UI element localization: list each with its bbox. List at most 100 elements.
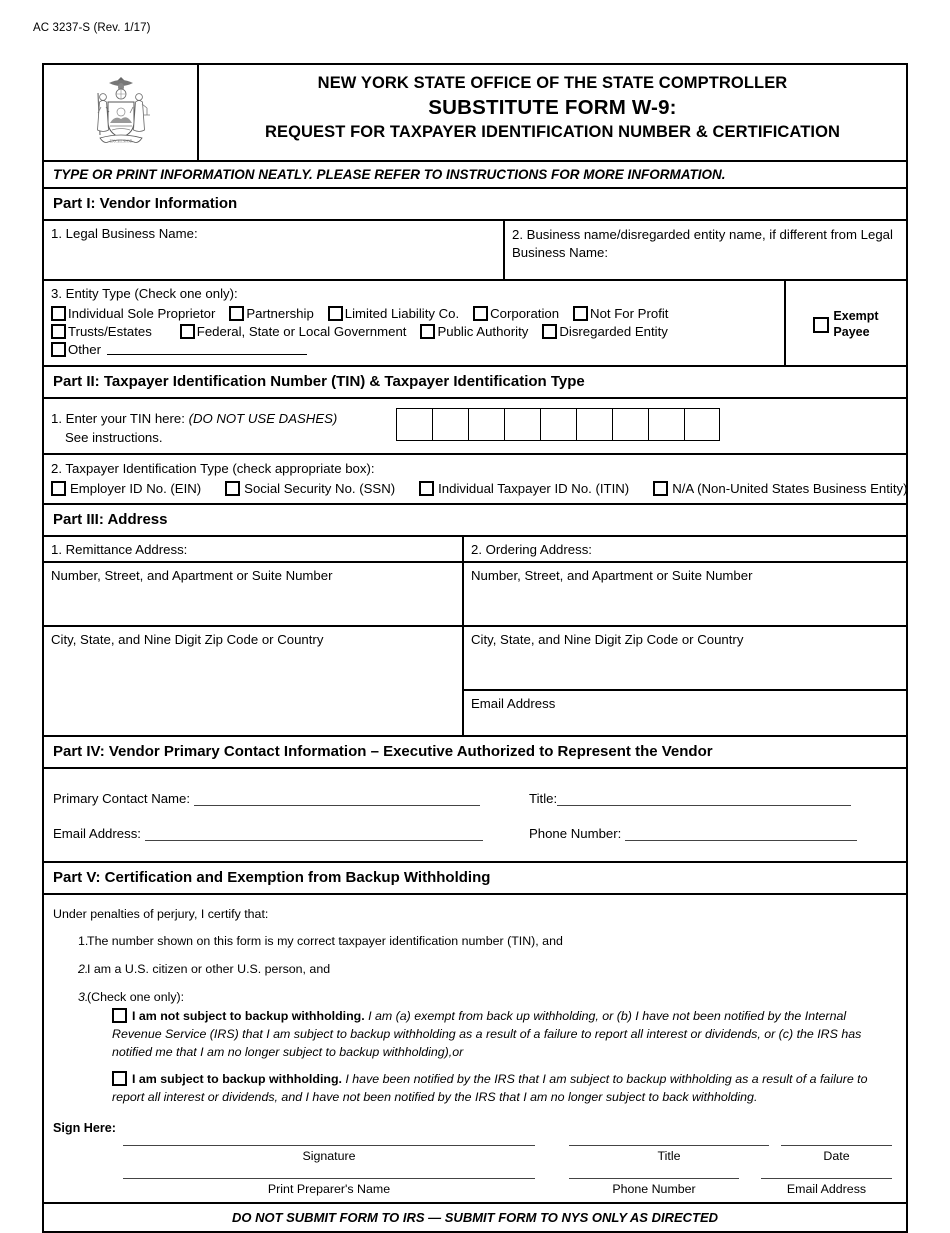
exempt-payee-cell: Exempt Payee <box>786 281 906 365</box>
signature-date-field[interactable]: Date <box>781 1145 892 1163</box>
ordering-street-field[interactable]: Number, Street, and Apartment or Suite N… <box>464 563 906 628</box>
ordering-address-column: Number, Street, and Apartment or Suite N… <box>464 563 906 735</box>
preparer-name-field[interactable]: Print Preparer's Name <box>123 1178 535 1196</box>
preparer-email-caption: Email Address <box>786 1182 867 1197</box>
label-individual-sole-proprietor: Individual Sole Proprietor <box>68 306 216 321</box>
label-federal-state-local-government: Federal, State or Local Government <box>196 324 407 339</box>
svg-text:EXCELSIOR: EXCELSIOR <box>109 139 132 144</box>
not-subject-bold-label: I am not subject to backup withholding. <box>132 1009 365 1024</box>
tin-digit-box[interactable] <box>684 408 721 441</box>
checkbox-other-entity-type[interactable] <box>51 342 66 357</box>
backup-withholding-options: I am not subject to backup withholding. … <box>112 1008 892 1107</box>
signature-title-field[interactable]: Title <box>569 1145 769 1163</box>
contact-title-label: Title: <box>529 791 558 807</box>
contact-email-phone-line: Email Address: Phone Number: <box>44 826 906 842</box>
checkbox-not-subject-to-backup-withholding[interactable] <box>112 1008 127 1024</box>
label-na-non-us-business-entity: N/A (Non-United States Business Entity) <box>672 481 908 497</box>
label-not-for-profit: Not For Profit <box>590 306 669 321</box>
checkbox-disregarded-entity[interactable] <box>542 324 558 339</box>
certification-item-2-number: 2. <box>78 962 89 977</box>
preparer-email-field[interactable]: Email Address <box>761 1178 892 1196</box>
tin-label-main: 1. Enter your TIN here: <box>51 411 185 426</box>
sign-here-label: Sign Here: <box>53 1121 116 1136</box>
tin-digit-boxes[interactable] <box>396 408 721 447</box>
address-subheading-row: 1. Remittance Address: 2. Ordering Addre… <box>44 537 906 564</box>
checkbox-federal-state-local-government[interactable] <box>179 324 195 339</box>
part-3-heading: Part III: Address <box>44 505 906 538</box>
certification-body: Under penalties of perjury, I certify th… <box>44 895 906 1117</box>
entity-type-row-2: Trusts/Estates Federal, State or Local Go… <box>51 324 784 339</box>
contact-title-input[interactable] <box>557 791 852 807</box>
tin-digit-box[interactable] <box>540 408 577 441</box>
checkbox-corporation[interactable] <box>473 306 489 321</box>
checkbox-itin[interactable] <box>419 481 435 497</box>
ordering-email-field[interactable]: Email Address <box>464 691 906 735</box>
checkbox-na-non-us-business-entity[interactable] <box>653 481 669 497</box>
tin-type-label: 2. Taxpayer Identification Type (check a… <box>51 461 375 477</box>
remittance-address-label-cell: 1. Remittance Address: <box>44 537 464 562</box>
signature-field[interactable]: Signature <box>123 1145 535 1163</box>
remittance-address-label: 1. Remittance Address: <box>51 542 188 558</box>
ordering-email-label: Email Address <box>471 696 556 712</box>
tin-digit-box[interactable] <box>396 408 433 441</box>
part-4-heading: Part IV: Vendor Primary Contact Informat… <box>44 737 906 770</box>
contact-email-input[interactable] <box>144 826 483 842</box>
tin-digit-box[interactable] <box>432 408 469 441</box>
checkbox-subject-to-backup-withholding[interactable] <box>112 1071 127 1087</box>
preparer-phone-field[interactable]: Phone Number <box>569 1178 739 1196</box>
label-corporation: Corporation <box>490 306 560 321</box>
checkbox-not-for-profit[interactable] <box>573 306 589 321</box>
tin-digit-box[interactable] <box>504 408 541 441</box>
checkbox-partnership[interactable] <box>229 306 245 321</box>
tin-entry-labels: 1. Enter your TIN here: (DO NOT USE DASH… <box>51 407 337 447</box>
instructions-banner: TYPE OR PRINT INFORMATION NEATLY. PLEASE… <box>44 162 906 189</box>
tin-digit-box[interactable] <box>612 408 649 441</box>
entity-type-row: 3. Entity Type (Check one only): Individ… <box>44 281 906 367</box>
seal-cell: EXCELSIOR <box>44 65 199 160</box>
tin-entry-row: 1. Enter your TIN here: (DO NOT USE DASH… <box>44 399 906 456</box>
contact-email-label: Email Address: <box>53 826 141 842</box>
tin-digit-box[interactable] <box>576 408 613 441</box>
certification-item-2: 2. I am a U.S. citizen or other U.S. per… <box>53 962 892 976</box>
remittance-city-label: City, State, and Nine Digit Zip Code or … <box>51 632 324 648</box>
remittance-street-field[interactable]: Number, Street, and Apartment or Suite N… <box>44 563 462 628</box>
certification-item-3-number: 3. <box>78 990 89 1005</box>
address-body: Number, Street, and Apartment or Suite N… <box>44 563 906 738</box>
ordering-address-label: 2. Ordering Address: <box>471 542 592 558</box>
primary-contact-name-input[interactable] <box>194 791 481 807</box>
form-header: EXCELSIOR NEW YORK STATE OFFICE OF THE S… <box>44 65 906 162</box>
label-ssn: Social Security No. (SSN) <box>244 481 396 497</box>
subject-bold-label: I am subject to backup withholding. <box>132 1072 342 1087</box>
other-entity-type-input[interactable] <box>106 342 307 355</box>
signature-row-1: Signature Title Date <box>53 1145 892 1163</box>
header-line-2: SUBSTITUTE FORM W-9: <box>428 96 677 120</box>
tin-digit-box[interactable] <box>468 408 505 441</box>
checkbox-exempt-payee[interactable] <box>813 317 830 333</box>
contact-phone-input[interactable] <box>625 826 858 842</box>
remittance-city-field[interactable]: City, State, and Nine Digit Zip Code or … <box>44 627 462 735</box>
label-itin: Individual Taxpayer ID No. (ITIN) <box>438 481 630 497</box>
exempt-payee-label-line2: Payee <box>833 325 870 339</box>
checkbox-individual-sole-proprietor[interactable] <box>51 306 66 321</box>
form-code: AC 3237-S (Rev. 1/17) <box>33 22 151 34</box>
checkbox-public-authority[interactable] <box>420 324 436 339</box>
checkbox-limited-liability-co[interactable] <box>327 306 343 321</box>
certification-item-1-number: 1. <box>78 934 89 949</box>
legal-business-name-field[interactable]: 1. Legal Business Name: <box>44 221 505 279</box>
signature-caption: Signature <box>302 1149 356 1164</box>
entity-type-row-3: Other <box>51 342 784 357</box>
checkbox-ssn[interactable] <box>225 481 241 497</box>
checkbox-trusts-estates[interactable] <box>51 324 66 339</box>
label-trusts-estates: Trusts/Estates <box>68 324 152 339</box>
legal-business-name-label: 1. Legal Business Name: <box>51 226 198 241</box>
tin-label-see-instructions: See instructions. <box>65 430 163 446</box>
signature-row-2: Print Preparer's Name Phone Number Email… <box>53 1178 892 1196</box>
checkbox-ein[interactable] <box>51 481 66 497</box>
subject-to-backup-withholding-option: I am subject to backup withholding. I ha… <box>112 1071 892 1107</box>
ordering-city-field[interactable]: City, State, and Nine Digit Zip Code or … <box>464 627 906 692</box>
tin-digit-box[interactable] <box>648 408 685 441</box>
header-line-3: REQUEST FOR TAXPAYER IDENTIFICATION NUMB… <box>264 123 841 142</box>
dba-name-field[interactable]: 2. Business name/disregarded entity name… <box>505 221 906 279</box>
certification-intro: Under penalties of perjury, I certify th… <box>53 907 269 922</box>
label-disregarded-entity: Disregarded Entity <box>559 324 668 339</box>
